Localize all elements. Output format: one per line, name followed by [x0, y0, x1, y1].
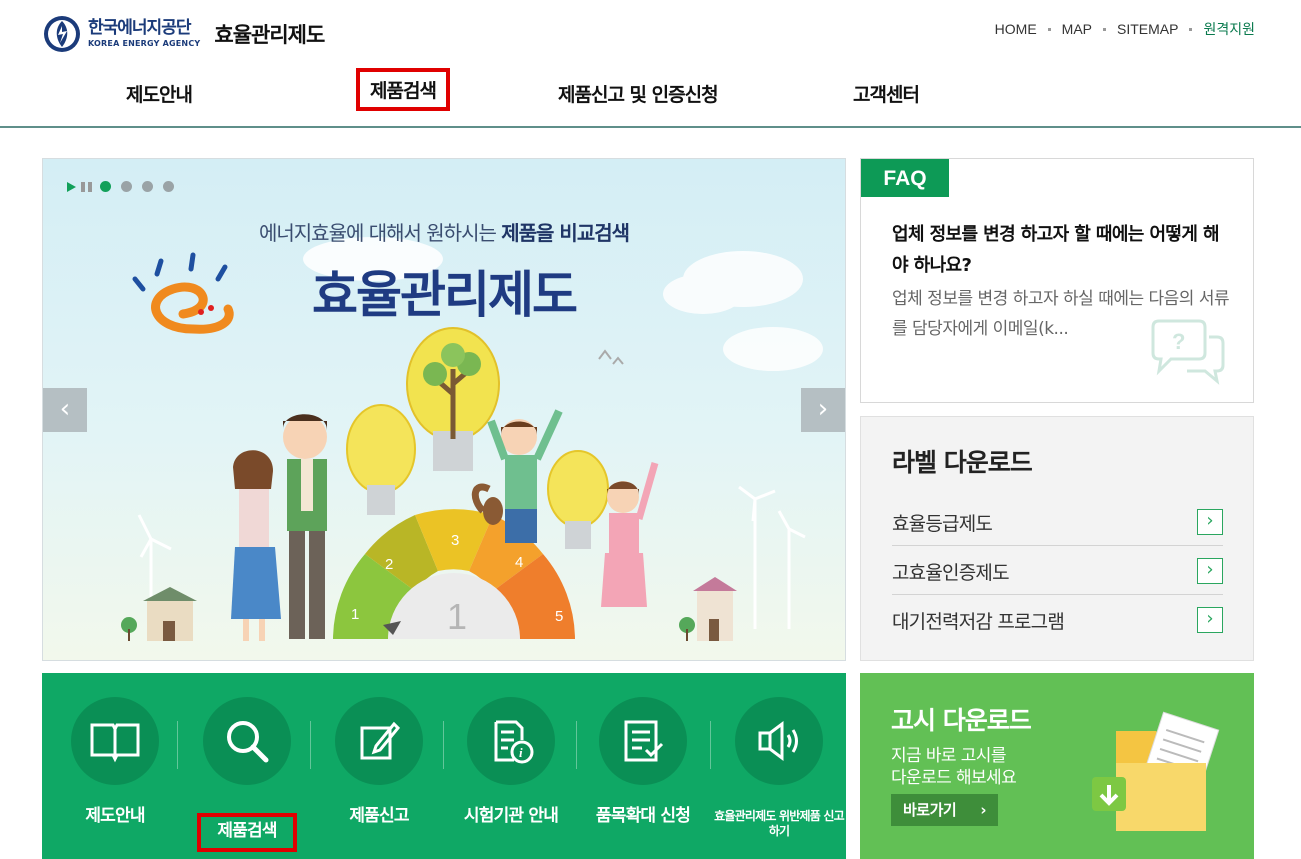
go-button[interactable]: 바로가기 ›	[891, 794, 998, 826]
home-link[interactable]: HOME	[995, 21, 1037, 37]
label-item-text: 고효율인증제도	[892, 562, 1010, 584]
desc-line: 지금 바로 고시를	[891, 746, 1006, 766]
faq-tab[interactable]: FAQ	[861, 159, 949, 197]
pause-icon[interactable]	[81, 181, 92, 192]
separator-dot	[1189, 27, 1193, 31]
main-navigation: 제도안내 제품검색 제품신고 및 인증신청 고객센터	[0, 66, 1301, 126]
label-item-text: 대기전력저감 프로그램	[892, 611, 1065, 633]
hero-tagline-text: 에너지효율에 대해서 원하시는	[258, 221, 502, 245]
map-link[interactable]: MAP	[1062, 21, 1092, 37]
quick-label: 제품신고	[349, 806, 409, 826]
faq-question[interactable]: 업체 정보를 변경 하고자 할 때에는 어떻게 해야 하나요?	[892, 219, 1232, 281]
pen-document-icon	[360, 721, 401, 760]
quick-product-search[interactable]: 제품검색	[197, 697, 297, 852]
checklist-icon	[624, 720, 664, 762]
logo-english-name: KOREA ENERGY AGENCY	[88, 39, 201, 48]
slider-controls	[67, 181, 184, 192]
remote-support-link[interactable]: 원격지원	[1203, 19, 1255, 39]
quick-violation-report[interactable]: 효율관리제도 위반제품 신고하기	[714, 697, 845, 838]
quick-system-guide[interactable]: 제도안내	[70, 697, 160, 825]
quick-item-expansion[interactable]: 품목확대 신청	[596, 697, 691, 825]
prev-slide-button[interactable]: ‹	[43, 388, 87, 432]
faq-panel[interactable]: FAQ 업체 정보를 변경 하고자 할 때에는 어떻게 해야 하나요? 업체 정…	[860, 158, 1254, 403]
label-download-panel: 라벨 다운로드 효율등급제도 › 고효율인증제도 › 대기전력저감 프로그램 ›	[860, 416, 1254, 661]
label-item-text: 효율등급제도	[892, 513, 993, 535]
gauge-label-5: 5	[555, 608, 563, 625]
label-item-high-efficiency[interactable]: 고효율인증제도 ›	[892, 546, 1223, 595]
hero-title: 효율관리제도	[312, 266, 578, 324]
logo-korean-name: 한국에너지공단	[88, 18, 191, 38]
kea-logo-icon	[44, 16, 80, 52]
quick-menu: 제도안내 제품검색 제품신고 i 시험기관 안내 품목확대 신청 효율관리제도 …	[42, 673, 846, 859]
hero-banner[interactable]: 1 2 3 4 5 1 에너지효율에 대해서 원하시는 제품을 비교검색 효율관…	[42, 158, 846, 661]
hero-tagline-bold: 제품을 비교검색	[501, 221, 630, 245]
utility-links: HOME MAP SITEMAP 원격지원	[995, 19, 1255, 39]
folder-document-icon	[1092, 711, 1220, 831]
slide-dot[interactable]	[100, 181, 111, 192]
quick-test-lab-guide[interactable]: i 시험기관 안내	[464, 697, 559, 825]
quick-product-report[interactable]: 제품신고	[334, 697, 424, 825]
gauge-label-1: 1	[351, 606, 359, 623]
divider	[177, 721, 178, 769]
book-icon	[90, 723, 140, 763]
play-icon[interactable]	[67, 181, 76, 192]
label-download-title: 라벨 다운로드	[892, 448, 1033, 477]
chevron-right-icon: ›	[980, 801, 986, 819]
chat-question-icon: ?	[1151, 319, 1225, 385]
slide-dot[interactable]	[142, 181, 153, 192]
chevron-right-icon[interactable]: ›	[1197, 509, 1223, 535]
slide-dot[interactable]	[163, 181, 174, 192]
quick-label: 제도안내	[85, 806, 145, 826]
nav-product-search[interactable]: 제품검색	[356, 68, 450, 111]
quick-label: 효율관리제도 위반제품 신고하기	[714, 809, 844, 838]
document-info-icon: i	[494, 720, 534, 764]
nav-product-report[interactable]: 제품신고 및 인증신청	[558, 80, 719, 107]
svg-text:i: i	[519, 745, 523, 760]
divider	[576, 721, 577, 769]
next-slide-button[interactable]: ›	[801, 388, 845, 432]
gauge-dial-number: 1	[447, 596, 467, 637]
hero-tagline: 에너지효율에 대해서 원하시는 제품을 비교검색	[43, 217, 845, 246]
quick-label: 품목확대 신청	[595, 806, 691, 826]
nav-system-guide[interactable]: 제도안내	[126, 80, 193, 107]
separator-dot	[1047, 27, 1051, 31]
nav-customer-center[interactable]: 고객센터	[853, 80, 920, 107]
chevron-right-icon[interactable]: ›	[1197, 607, 1223, 633]
divider	[710, 721, 711, 769]
desc-line: 다운로드 해보세요	[891, 768, 1017, 788]
gauge-label-4: 4	[515, 554, 523, 571]
notice-download-description: 지금 바로 고시를 다운로드 해보세요	[891, 745, 1017, 789]
separator-dot	[1103, 27, 1106, 31]
chevron-right-icon: ›	[817, 394, 829, 424]
divider	[310, 721, 311, 769]
logo[interactable]: 한국에너지공단 KOREA ENERGY AGENCY 효율관리제도	[42, 14, 325, 54]
gauge-label-3: 3	[451, 532, 459, 549]
magnifier-icon	[227, 721, 269, 763]
notice-download-title: 고시 다운로드	[891, 706, 1032, 735]
chevron-left-icon: ‹	[59, 394, 71, 424]
site-header: 한국에너지공단 KOREA ENERGY AGENCY 효율관리제도 HOME …	[0, 0, 1301, 128]
chevron-right-icon[interactable]: ›	[1197, 558, 1223, 584]
label-item-standby-power[interactable]: 대기전력저감 프로그램 ›	[892, 595, 1223, 644]
slide-dot[interactable]	[121, 181, 132, 192]
label-item-efficiency-grade[interactable]: 효율등급제도 ›	[892, 497, 1223, 546]
go-button-label: 바로가기	[903, 801, 957, 819]
sitemap-link[interactable]: SITEMAP	[1117, 21, 1178, 37]
divider	[443, 721, 444, 769]
gauge-label-2: 2	[385, 556, 393, 573]
quick-label: 제품검색	[197, 813, 297, 852]
site-title: 효율관리제도	[214, 23, 325, 47]
notice-download-panel: 고시 다운로드 지금 바로 고시를 다운로드 해보세요 바로가기 ›	[860, 673, 1254, 859]
svg-text:?: ?	[1172, 329, 1185, 354]
quick-label: 시험기관 안내	[463, 806, 559, 826]
megaphone-icon	[758, 721, 798, 761]
nav-divider	[0, 126, 1301, 128]
